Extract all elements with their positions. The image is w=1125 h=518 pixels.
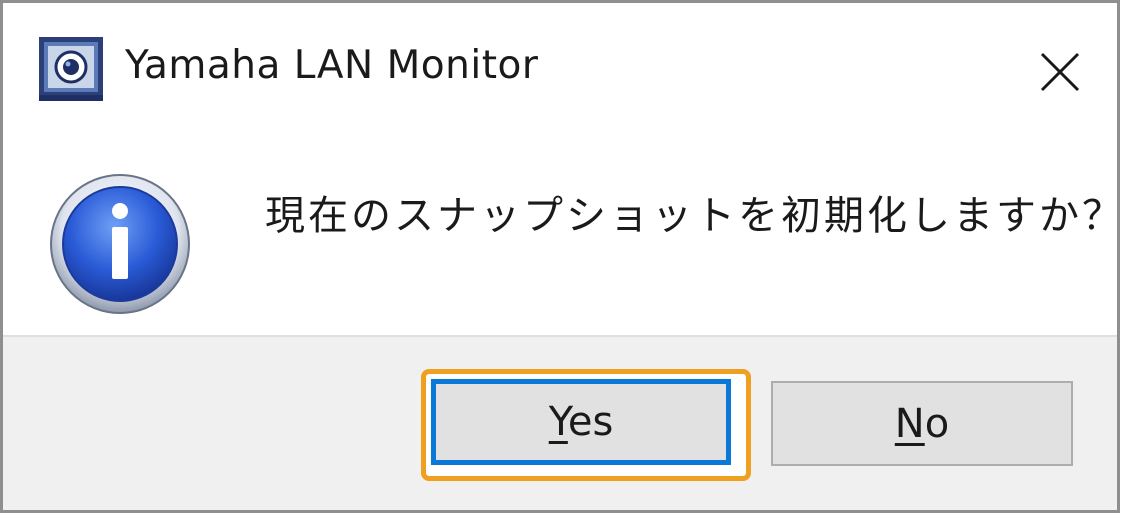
no-mnemonic: N <box>894 400 925 447</box>
button-area: Yes No <box>3 335 1117 510</box>
yes-button[interactable]: Yes <box>431 379 731 465</box>
dialog-message: 現在のスナップショットを初期化しますか？ <box>265 193 1125 239</box>
information-icon <box>50 174 190 314</box>
no-button-label: No <box>895 401 949 447</box>
no-button[interactable]: No <box>771 381 1073 466</box>
yes-button-label: Yes <box>549 399 614 445</box>
yes-label-rest: es <box>567 399 614 445</box>
dialog-content: 現在のスナップショットを初期化しますか？ <box>3 133 1122 335</box>
window-title: Yamaha LAN Monitor <box>125 43 539 88</box>
no-label-rest: o <box>924 400 950 447</box>
close-button[interactable] <box>1023 33 1099 109</box>
title-bar[interactable]: Yamaha LAN Monitor <box>3 3 1117 133</box>
yes-mnemonic: Y <box>548 399 568 445</box>
close-icon <box>1040 52 1080 92</box>
message-dialog: Yamaha LAN Monitor 現在のスナップショットを初期化しますか？ … <box>0 0 1122 513</box>
yamaha-lan-monitor-icon <box>39 37 103 101</box>
